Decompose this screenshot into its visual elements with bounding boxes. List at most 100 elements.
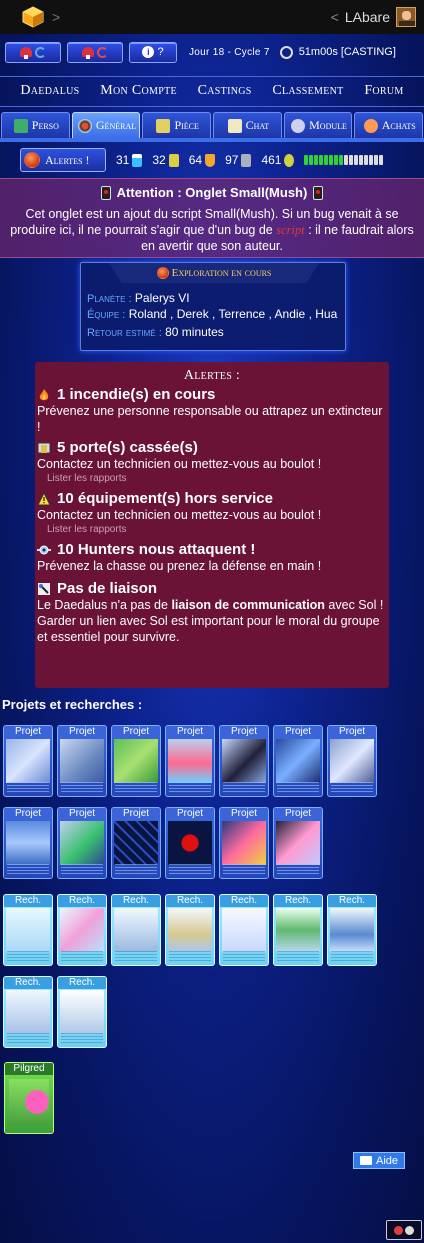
list-reports-link[interactable]: Lister les rapports xyxy=(47,472,387,486)
alert-hunters: 10 Hunters nous attaquent ! Prévenez la … xyxy=(37,541,387,574)
card-label: Projet xyxy=(166,808,214,820)
crew-pip xyxy=(329,155,334,165)
team-label: Équipe : xyxy=(87,309,126,321)
tab-label: Chat xyxy=(245,118,270,132)
crew-pip xyxy=(359,155,364,165)
pilgred-card[interactable]: Pilgred xyxy=(4,1062,54,1134)
warning-text: Cet onglet est un ajout du script Small(… xyxy=(0,200,424,254)
card-label: Projet xyxy=(274,808,322,820)
card-label: Rech. xyxy=(58,977,106,989)
alerts-button[interactable]: Alertes ! xyxy=(20,148,106,172)
project-image xyxy=(330,739,374,783)
research-card[interactable]: Rech. xyxy=(3,976,53,1048)
card-label: Projet xyxy=(166,726,214,738)
nav-castings[interactable]: Castings xyxy=(198,83,252,99)
card-label: Rech. xyxy=(274,895,322,907)
alert-text: Prévenez la chasse ou prenez la défense … xyxy=(37,559,322,573)
tab-general[interactable]: Général xyxy=(71,112,141,138)
settings-toggle-button[interactable] xyxy=(386,1220,422,1240)
research-card[interactable]: Rech. xyxy=(327,894,377,966)
project-card[interactable]: Projet xyxy=(273,807,323,879)
research-image xyxy=(60,908,104,952)
game-logo-icon[interactable] xyxy=(22,6,44,28)
team-value: Roland , Derek , Terrence , Andie , Hua xyxy=(128,307,338,321)
fuel-stat: 32 xyxy=(152,153,179,167)
card-progress-lines xyxy=(277,864,319,874)
card-label: Rech. xyxy=(58,895,106,907)
research-card[interactable]: Rech. xyxy=(57,976,107,1048)
tab-module[interactable]: Module xyxy=(283,112,353,138)
project-image xyxy=(114,821,158,865)
card-progress-lines xyxy=(277,782,319,792)
card-progress-lines xyxy=(61,782,103,792)
crew-pip xyxy=(324,155,329,165)
oxygen-value: 31 xyxy=(116,153,130,167)
expedition-panel: Exploration en cours Planète : Palerys V… xyxy=(80,262,346,351)
help-button[interactable]: i? xyxy=(129,41,177,63)
alert-equipment: 10 équipement(s) hors service Contactez … xyxy=(37,490,387,537)
user-menu[interactable]: < LAbare xyxy=(331,7,416,27)
tab-label: Achats xyxy=(381,118,416,132)
list-reports-link[interactable]: Lister les rapports xyxy=(47,523,387,537)
project-card[interactable]: Projet xyxy=(327,725,377,797)
project-image xyxy=(6,739,50,783)
project-card[interactable]: Projet xyxy=(57,807,107,879)
research-card[interactable]: Rech. xyxy=(219,894,269,966)
alert-text-part: Le Daedalus n'a pas de xyxy=(37,598,172,612)
reload-mush-button[interactable] xyxy=(67,41,123,63)
project-card[interactable]: Projet xyxy=(111,725,161,797)
expedition-return: Retour estimé : 80 minutes xyxy=(87,325,339,341)
crew-pip xyxy=(374,155,379,165)
script-warning: Attention : Onglet Small(Mush) Cet ongle… xyxy=(0,178,424,258)
project-card[interactable]: Projet xyxy=(111,807,161,879)
help-link-button[interactable]: Aide xyxy=(353,1152,405,1169)
alert-title: 10 Hunters nous attaquent ! xyxy=(57,541,256,558)
research-card[interactable]: Rech. xyxy=(3,894,53,966)
nav-forum[interactable]: Forum xyxy=(364,83,403,99)
warning-icon xyxy=(37,491,51,505)
nav-daedalus[interactable]: Daedalus xyxy=(20,83,79,99)
research-card[interactable]: Rech. xyxy=(165,894,215,966)
card-progress-lines xyxy=(169,951,211,961)
project-card[interactable]: Projet xyxy=(165,807,215,879)
card-label: Projet xyxy=(4,726,52,738)
research-card[interactable]: Rech. xyxy=(57,894,107,966)
crew-pip xyxy=(339,155,344,165)
card-progress-lines xyxy=(7,1033,49,1043)
project-card[interactable]: Projet xyxy=(219,807,269,879)
project-card[interactable]: Projet xyxy=(3,807,53,879)
card-progress-lines xyxy=(277,951,319,961)
card-label: Projet xyxy=(220,726,268,738)
crew-pip xyxy=(354,155,359,165)
fire-icon xyxy=(39,388,49,400)
alert-icon xyxy=(24,152,40,168)
refresh-mush-button[interactable] xyxy=(5,41,61,63)
project-image xyxy=(222,739,266,783)
alert-text-part: avec Sol ! xyxy=(324,598,384,612)
info-icon: i xyxy=(142,46,155,58)
project-card[interactable]: Projet xyxy=(57,725,107,797)
nav-classement[interactable]: Classement xyxy=(272,83,343,99)
research-card[interactable]: Rech. xyxy=(273,894,323,966)
project-card[interactable]: Projet xyxy=(219,725,269,797)
tab-chat[interactable]: Chat xyxy=(213,112,282,138)
nav-mon-compte[interactable]: Mon Compte xyxy=(100,83,177,99)
tab-perso[interactable]: Perso xyxy=(1,112,70,138)
tab-piece[interactable]: Pièce xyxy=(142,112,212,138)
card-label: Pilgred xyxy=(5,1063,53,1075)
avatar[interactable] xyxy=(396,7,416,27)
alert-text-2: Garder un lien avec Sol est important po… xyxy=(37,614,380,644)
alerts-label: Alertes ! xyxy=(45,152,90,167)
alert-title: 5 porte(s) cassée(s) xyxy=(57,439,198,456)
target-icon xyxy=(77,118,92,133)
research-card[interactable]: Rech. xyxy=(111,894,161,966)
planet-value: Palerys VI xyxy=(134,291,190,305)
tab-label: Module xyxy=(309,118,347,132)
project-card[interactable]: Projet xyxy=(165,725,215,797)
project-card[interactable]: Projet xyxy=(273,725,323,797)
project-image xyxy=(6,821,50,865)
research-image xyxy=(276,908,320,952)
project-card[interactable]: Projet xyxy=(3,725,53,797)
tab-achats[interactable]: Achats xyxy=(354,112,424,138)
username[interactable]: LAbare xyxy=(345,9,390,25)
